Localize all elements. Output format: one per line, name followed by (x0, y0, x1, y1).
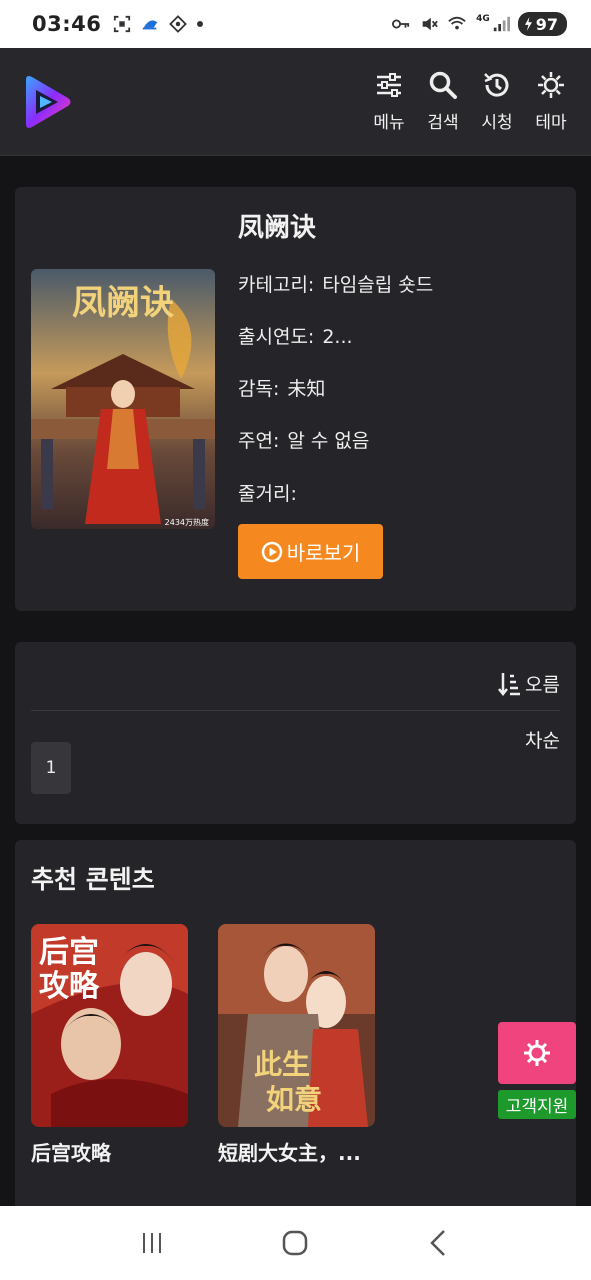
svg-text:后宫: 后宫 (39, 935, 99, 970)
app-icon (169, 15, 188, 33)
theme-icon (538, 72, 564, 98)
detail-info: 凤阙诀 카테고리: 타임슬립 숏드 출시연도: 2... 감독: 未知 주연: 알 수 … (238, 207, 560, 531)
recommend-item[interactable]: 后宫 攻略 后宫攻略 (31, 924, 188, 1166)
play-circle-icon (261, 541, 282, 562)
screenshot-icon (114, 15, 131, 33)
year-row: 출시연도: 2... (238, 326, 353, 348)
recommend-name: 短剧大女主，... (218, 1141, 361, 1165)
history-button[interactable]: 시청 (475, 70, 519, 133)
episodes-card: 오름 차순 1 (15, 642, 576, 824)
signal-icon (493, 16, 510, 32)
network-type: 4G (476, 14, 490, 24)
recommend-name: 后宫攻略 (31, 1141, 111, 1165)
theme-button[interactable]: 테마 (529, 70, 573, 133)
customer-support[interactable]: 고객지원 (498, 1022, 576, 1119)
notification-dot (197, 21, 204, 27)
section-title: 추천 콘텐츠 (31, 865, 155, 894)
battery-level: 97 (535, 14, 558, 34)
play-logo-icon[interactable] (18, 72, 74, 132)
recommend-thumbnail: 此生 如意 (218, 924, 375, 1127)
recommend-card: 추천 콘텐츠 后宫 攻略 后宫攻略 此生 如意 短剧大女主，... (15, 840, 576, 1220)
status-bar: 03:46 4G 97 (0, 0, 591, 48)
play-label: 바로보기 (286, 541, 361, 565)
svg-text:此生: 此生 (254, 1048, 310, 1081)
sort-ascending-icon (498, 672, 521, 696)
svg-text:如意: 如意 (266, 1083, 322, 1116)
support-button[interactable] (498, 1022, 576, 1084)
sort-label: 오름 (525, 674, 560, 696)
category-row: 카테고리: 타임슬립 숏드 (238, 274, 434, 296)
search-button[interactable]: 검색 (421, 70, 465, 133)
back-icon[interactable] (424, 1228, 454, 1258)
gear-icon (524, 1040, 550, 1066)
search-label: 검색 (427, 113, 459, 133)
play-button[interactable]: 바로보기 (238, 524, 383, 579)
cloud-icon (143, 20, 158, 30)
system-nav-bar (0, 1206, 591, 1280)
history-label: 시청 (481, 113, 513, 133)
menu-button[interactable]: 메뉴 (367, 70, 411, 133)
recommend-thumbnail: 后宫 攻略 (31, 924, 188, 1127)
poster-title: 凤阙诀 (72, 283, 174, 323)
episode-button[interactable]: 1 (31, 742, 71, 794)
battery-icon: 97 (517, 12, 567, 36)
history-icon (484, 73, 509, 97)
menu-label: 메뉴 (373, 113, 405, 133)
mute-icon (422, 17, 438, 31)
search-icon (429, 71, 457, 99)
app-header: 메뉴 검색 시청 테마 (0, 48, 591, 156)
sliders-icon (377, 73, 401, 97)
home-icon[interactable] (280, 1228, 310, 1258)
key-icon (392, 19, 410, 29)
recent-apps-icon[interactable] (137, 1228, 167, 1258)
sort-label-continued: 차순 (525, 730, 560, 752)
page-title: 凤阙诀 (238, 213, 317, 243)
wifi-icon (448, 16, 466, 30)
sort-toggle[interactable]: 오름 (497, 670, 560, 697)
cast-row: 주연: 알 수 없음 (238, 430, 370, 452)
divider (31, 710, 560, 711)
poster-image: 凤阙诀 2434万热度 (31, 269, 215, 529)
theme-label: 테마 (535, 113, 567, 133)
header-nav: 메뉴 검색 시청 테마 (367, 70, 573, 133)
detail-card: 凤阙诀 2434万热度 凤阙诀 카테고리: 타임슬립 숏드 출시연도: 2... 감… (15, 187, 576, 611)
status-time: 03:46 (32, 12, 102, 36)
support-label: 고객지원 (498, 1090, 576, 1119)
recommend-item[interactable]: 此生 如意 短剧大女主，... (218, 924, 375, 1166)
svg-text:攻略: 攻略 (39, 969, 100, 1004)
director-row: 감독: 未知 (238, 378, 326, 400)
synopsis-row: 줄거리: (238, 483, 297, 505)
poster-badge: 2434万热度 (165, 517, 209, 527)
